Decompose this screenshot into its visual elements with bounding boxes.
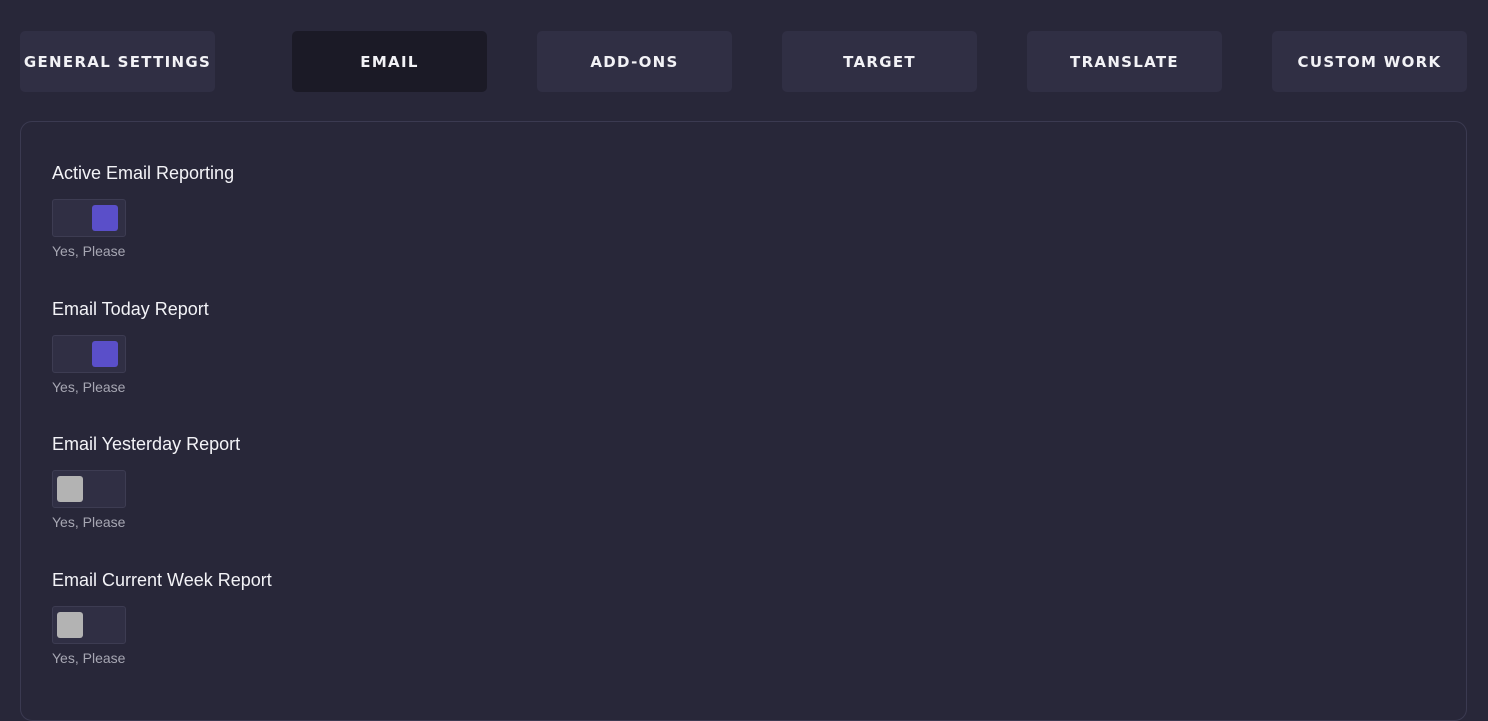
setting-email-current-week-report: Email Current Week Report Yes, Please: [52, 569, 272, 667]
email-today-report-toggle[interactable]: [52, 335, 126, 373]
tab-add-ons[interactable]: ADD-ONS: [537, 31, 732, 92]
toggle-hint: Yes, Please: [52, 514, 126, 530]
setting-label: Email Today Report: [52, 299, 209, 319]
tab-general-settings[interactable]: GENERAL SETTINGS: [20, 31, 215, 92]
email-yesterday-report-toggle[interactable]: [52, 470, 126, 508]
tab-email[interactable]: EMAIL: [292, 31, 487, 92]
tab-target[interactable]: TARGET: [782, 31, 977, 92]
toggle-hint: Yes, Please: [52, 650, 126, 666]
tab-translate[interactable]: TRANSLATE: [1027, 31, 1222, 92]
setting-label: Active Email Reporting: [52, 163, 235, 183]
email-current-week-report-toggle[interactable]: [52, 606, 126, 644]
toggle-knob: [92, 341, 118, 367]
email-settings-panel: Active Email Reporting Yes, Please Email…: [20, 121, 1467, 721]
setting-email-today-report: Email Today Report Yes, Please: [52, 298, 209, 396]
toggle-knob: [92, 205, 118, 231]
setting-label: Email Yesterday Report: [52, 434, 241, 454]
settings-tabs: GENERAL SETTINGS EMAIL ADD-ONS TARGET TR…: [20, 31, 1467, 92]
tab-custom-work[interactable]: CUSTOM WORK: [1272, 31, 1467, 92]
toggle-knob: [57, 476, 83, 502]
toggle-knob: [57, 612, 83, 638]
active-email-reporting-toggle[interactable]: [52, 199, 126, 237]
setting-active-email-reporting: Active Email Reporting Yes, Please: [52, 162, 234, 260]
setting-label: Email Current Week Report: [52, 570, 272, 590]
setting-email-yesterday-report: Email Yesterday Report Yes, Please: [52, 433, 240, 531]
toggle-hint: Yes, Please: [52, 379, 126, 395]
toggle-hint: Yes, Please: [52, 243, 126, 259]
